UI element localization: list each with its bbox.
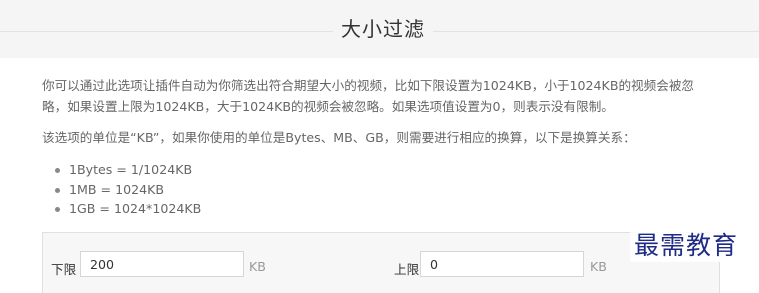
- list-item: 1MB = 1024KB: [43, 180, 201, 200]
- list-item: 1GB = 1024*1024KB: [43, 199, 201, 219]
- page-title: 大小过滤: [333, 13, 433, 45]
- intro-paragraph: 你可以通过此选项让插件自动为你筛选出符合期望大小的视频，比如下限设置为1024K…: [42, 75, 722, 117]
- intro-line-2: 略，如果设置上限为1024KB，大于1024KB的视频会被忽略。如果选项值设置为…: [42, 99, 614, 114]
- bullet-icon: [55, 168, 60, 173]
- lower-limit-input[interactable]: 200: [80, 251, 244, 277]
- conversion-list: 1Bytes = 1/1024KB 1MB = 1024KB 1GB = 102…: [43, 160, 201, 219]
- lower-limit-unit: KB: [249, 259, 266, 274]
- header-bar: 大小过滤: [0, 0, 759, 58]
- upper-limit-unit: KB: [590, 259, 607, 274]
- conversion-text: 1GB = 1024*1024KB: [69, 201, 202, 216]
- watermark-logo: 最需教育: [630, 226, 743, 262]
- unit-note: 该选项的单位是“KB”，如果你使用的单位是Bytes、MB、GB，则需要进行相应…: [42, 130, 636, 145]
- list-item: 1Bytes = 1/1024KB: [43, 160, 201, 180]
- upper-limit-label: 上限: [394, 262, 420, 277]
- conversion-text: 1Bytes = 1/1024KB: [69, 162, 193, 177]
- intro-line-1: 你可以通过此选项让插件自动为你筛选出符合期望大小的视频，比如下限设置为1024K…: [42, 78, 695, 93]
- bullet-icon: [55, 207, 60, 212]
- conversion-text: 1MB = 1024KB: [69, 181, 165, 197]
- lower-limit-label: 下限: [51, 262, 77, 277]
- bullet-icon: [55, 187, 60, 193]
- upper-limit-input[interactable]: 0: [420, 251, 584, 277]
